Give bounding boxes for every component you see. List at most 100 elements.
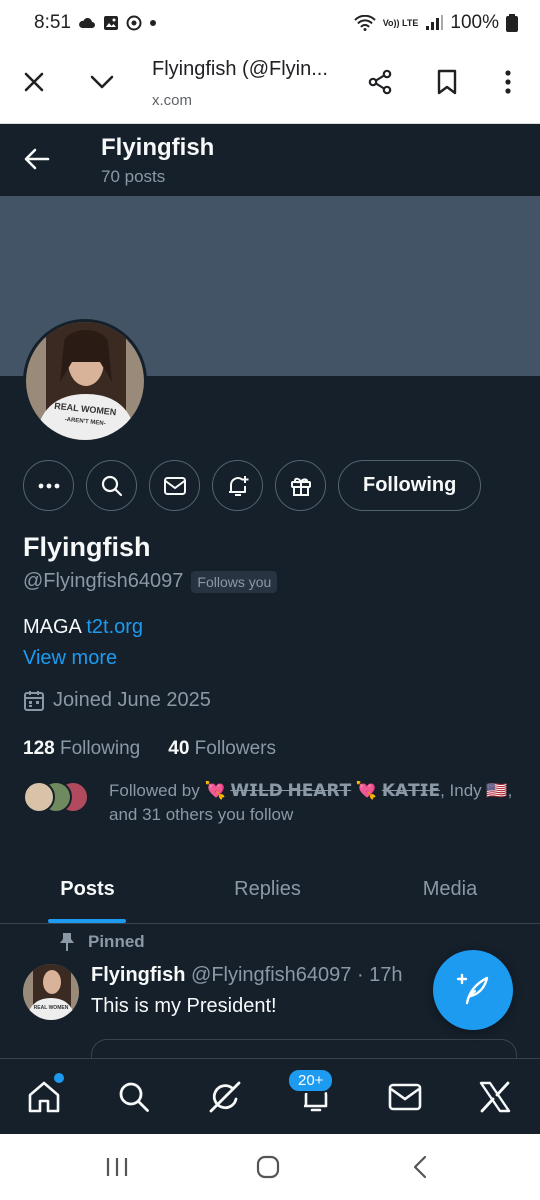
bottom-nav: 20+ <box>0 1058 540 1134</box>
nav-x-premium[interactable] <box>475 1077 515 1117</box>
profile-page: Flyingfish 70 posts REAL WOMEN -AREN'T M… <box>0 124 540 1058</box>
home-circle-icon <box>256 1155 280 1179</box>
heart-emoji: 💘 <box>204 781 226 800</box>
followers-count: 40 <box>168 738 190 759</box>
handle: @Flyingfish64097 <box>23 570 184 592</box>
followed-by-name-2: 𝗞𝗔𝗧𝗜𝗘 <box>381 781 441 800</box>
following-label: Following <box>59 738 141 759</box>
grok-icon <box>209 1081 241 1113</box>
mail-icon <box>163 476 186 495</box>
post-author-avatar[interactable]: REAL WOMEN <box>23 964 79 1020</box>
nav-grok[interactable] <box>205 1077 245 1117</box>
home-icon <box>28 1081 60 1113</box>
calendar-icon <box>24 690 44 711</box>
arrow-left-icon <box>24 148 50 170</box>
more-options-button[interactable] <box>490 64 526 100</box>
following-button[interactable]: Following <box>338 460 482 511</box>
share-button[interactable] <box>362 64 398 100</box>
following-count: 128 <box>23 738 55 759</box>
following-count-link[interactable]: 128 Following <box>23 738 140 760</box>
nav-explore[interactable] <box>114 1077 154 1117</box>
nav-messages[interactable] <box>385 1077 425 1117</box>
avatar-photo: REAL WOMEN <box>23 964 79 1020</box>
followed-by-row[interactable]: Followed by 💘 𝗪𝗜𝗟𝗗 𝗛𝗘𝗔𝗥𝗧 💘 𝗞𝗔𝗧𝗜𝗘, Indy 🇺… <box>23 779 519 827</box>
search-icon <box>101 475 122 496</box>
compose-post-button[interactable] <box>433 950 513 1030</box>
browser-url: x.com <box>152 92 193 109</box>
post-embed-card[interactable] <box>91 1039 517 1058</box>
followers-count-link[interactable]: 40 Followers <box>168 738 276 760</box>
sync-icon <box>126 15 142 31</box>
notifications-badge: 20+ <box>287 1068 335 1093</box>
search-icon <box>119 1082 149 1112</box>
followed-by-text: Followed by 💘 𝗪𝗜𝗟𝗗 𝗛𝗘𝗔𝗥𝗧 💘 𝗞𝗔𝗧𝗜𝗘, Indy 🇺… <box>109 781 513 824</box>
more-button[interactable] <box>23 460 74 511</box>
post-meta: @Flyingfish64097 · 17h <box>191 964 403 986</box>
back-button[interactable] <box>20 142 54 176</box>
more-vertical-icon <box>505 70 511 94</box>
svg-text:REAL WOMEN: REAL WOMEN <box>34 1005 69 1011</box>
gift-icon <box>290 477 311 496</box>
status-time: 8:51 <box>34 12 71 33</box>
bookmark-button[interactable] <box>429 64 465 100</box>
follows-you-badge: Follows you <box>191 570 278 593</box>
nav-home[interactable] <box>24 1077 64 1117</box>
joined-date: Joined June 2025 <box>23 689 211 712</box>
bio-text: MAGA <box>23 616 87 638</box>
pinned-label: Pinned <box>88 932 145 951</box>
signal-icon <box>425 15 444 31</box>
bio-link[interactable]: t2t.org <box>86 616 143 638</box>
post-header: Flyingfish @Flyingfish64097 · 17h <box>91 964 403 987</box>
post-text: This is my President! <box>91 995 277 1017</box>
tab-replies[interactable]: Replies <box>180 854 355 924</box>
tab-media[interactable]: Media <box>365 854 535 924</box>
pin-icon <box>60 933 74 951</box>
bio: MAGA t2t.org <box>23 616 143 639</box>
notify-button[interactable] <box>212 460 263 511</box>
gallery-icon <box>103 15 119 31</box>
bookmark-icon <box>437 69 457 95</box>
display-name: Flyingfish <box>23 532 151 562</box>
home-system-button[interactable] <box>253 1152 283 1182</box>
recents-icon <box>106 1158 128 1176</box>
bell-plus-icon <box>228 475 248 496</box>
back-system-button[interactable] <box>405 1152 435 1182</box>
avatar-photo: REAL WOMEN -AREN'T MEN- <box>26 322 144 440</box>
profile-avatar[interactable]: REAL WOMEN -AREN'T MEN- <box>23 319 147 443</box>
system-nav-bar <box>0 1134 540 1200</box>
close-button[interactable] <box>16 64 52 100</box>
browser-page-title: Flyingfish (@Flyin... <box>152 58 328 80</box>
browser-toolbar: Flyingfish (@Flyin... x.com <box>0 46 540 124</box>
chevron-down-icon <box>90 75 114 89</box>
wifi-icon <box>354 15 376 31</box>
compose-feather-icon <box>456 973 489 1005</box>
followed-by-prefix: Followed by <box>109 781 205 800</box>
followed-by-suffix: and 31 others you follow <box>109 805 294 824</box>
close-icon <box>24 72 44 92</box>
profile-tabs: Posts Replies Media <box>0 854 540 924</box>
post-author-name[interactable]: Flyingfish <box>91 964 185 986</box>
minimize-button[interactable] <box>84 64 120 100</box>
profile-actions: Following <box>23 460 482 511</box>
volte-indicator: Vo)) LTE <box>382 17 419 28</box>
pinned-label-row: Pinned <box>58 932 145 952</box>
battery-icon <box>506 14 518 32</box>
handle-row: @Flyingfish64097 Follows you <box>23 570 278 593</box>
heart-emoji: 💘 <box>355 781 378 800</box>
share-icon <box>368 69 392 95</box>
mutual-avatar <box>23 781 55 813</box>
joined-text: Joined June 2025 <box>53 689 211 711</box>
gift-button[interactable] <box>275 460 326 511</box>
followed-by-name-1: 𝗪𝗜𝗟𝗗 𝗛𝗘𝗔𝗥𝗧 <box>230 781 352 800</box>
recent-apps-button[interactable] <box>102 1152 132 1182</box>
mutual-avatars <box>23 781 89 813</box>
us-flag-icon: 🇺🇸 <box>486 781 508 800</box>
view-more-link[interactable]: View more <box>23 647 117 670</box>
home-new-dot <box>54 1073 64 1083</box>
tab-posts[interactable]: Posts <box>0 854 175 924</box>
search-profile-button[interactable] <box>86 460 137 511</box>
message-button[interactable] <box>149 460 200 511</box>
profile-top-nav: Flyingfish 70 posts <box>0 124 540 196</box>
follow-counts: 128 Following 40 Followers <box>23 738 276 760</box>
mail-icon <box>388 1083 422 1111</box>
